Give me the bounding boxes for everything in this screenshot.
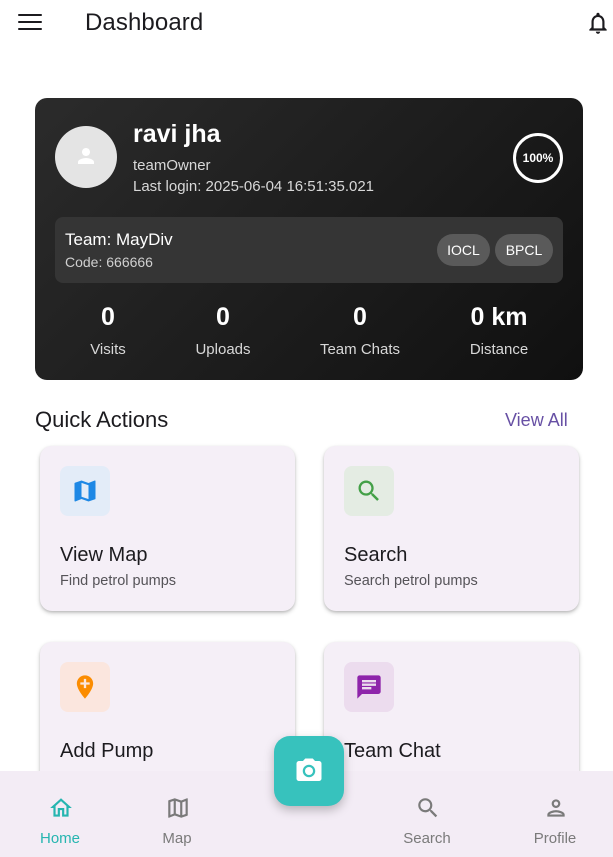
- nav-home[interactable]: Home: [15, 771, 105, 857]
- nav-profile[interactable]: Profile: [510, 771, 600, 857]
- stat-label: Team Chats: [319, 341, 401, 358]
- profile-card: ravi jha teamOwner Last login: 2025-06-0…: [35, 98, 583, 380]
- add-location-icon: [76, 675, 94, 699]
- stat-label: Uploads: [195, 341, 251, 358]
- nav-label: Map: [162, 830, 192, 847]
- completion-label: 100%: [522, 151, 554, 165]
- person-icon: [547, 799, 565, 817]
- app-bar: Dashboard: [0, 0, 613, 48]
- home-icon: [50, 798, 72, 817]
- stat-value: 0: [353, 303, 367, 331]
- nav-map[interactable]: Map: [132, 771, 222, 857]
- team-info: Team: MayDiv Code: 666666 IOCL BPCL: [55, 217, 563, 283]
- icon-tile: [344, 662, 394, 712]
- card-subtitle: Find petrol pumps: [60, 573, 177, 589]
- chip-bpcl[interactable]: BPCL: [495, 234, 553, 266]
- nav-label: Home: [39, 830, 80, 847]
- stat-label: Visits: [90, 341, 126, 358]
- camera-fab[interactable]: [274, 736, 344, 806]
- stat-value: 0: [216, 303, 230, 331]
- stat-value: 0 km: [470, 303, 528, 331]
- user-role: teamOwner: [133, 157, 211, 174]
- stat-uploads: 0 Uploads: [163, 303, 283, 358]
- stat-team-chats: 0 Team Chats: [300, 303, 420, 358]
- nav-label: Search: [403, 830, 451, 847]
- stat-distance: 0 km Distance: [439, 303, 559, 358]
- avatar: [55, 126, 117, 188]
- camera-icon: [296, 758, 322, 781]
- person-icon: [78, 148, 94, 164]
- map-icon: [168, 798, 188, 818]
- user-name: ravi jha: [133, 120, 221, 148]
- stat-label: Distance: [469, 341, 529, 358]
- icon-tile: [60, 662, 110, 712]
- profile-completion-indicator: 100%: [513, 133, 563, 183]
- stat-value: 0: [101, 303, 115, 331]
- search-icon: [358, 480, 379, 501]
- search-icon: [418, 798, 438, 818]
- menu-icon[interactable]: [18, 14, 42, 32]
- card-title: View Map: [60, 544, 148, 566]
- notification-bell-icon[interactable]: [585, 10, 611, 36]
- quick-actions-title: Quick Actions: [35, 407, 169, 432]
- map-icon: [74, 480, 96, 502]
- chat-icon: [357, 675, 381, 699]
- team-code: Code: 666666: [65, 254, 153, 270]
- view-map-card[interactable]: View Map Find petrol pumps: [40, 446, 295, 611]
- nav-search[interactable]: Search: [382, 771, 472, 857]
- nav-label: Profile: [533, 830, 577, 847]
- icon-tile: [344, 466, 394, 516]
- icon-tile: [60, 466, 110, 516]
- search-card[interactable]: Search Search petrol pumps: [324, 446, 579, 611]
- team-name: Team: MayDiv: [65, 230, 173, 249]
- page-title: Dashboard: [85, 9, 204, 36]
- chip-iocl[interactable]: IOCL: [437, 234, 490, 266]
- card-title: Search: [344, 544, 408, 566]
- card-title: Team Chat: [344, 740, 441, 762]
- view-all-link[interactable]: View All: [505, 410, 568, 431]
- last-login: Last login: 2025-06-04 16:51:35.021: [133, 178, 375, 195]
- card-subtitle: Search petrol pumps: [344, 573, 478, 589]
- stat-visits: 0 Visits: [48, 303, 168, 358]
- card-title: Add Pump: [60, 740, 154, 762]
